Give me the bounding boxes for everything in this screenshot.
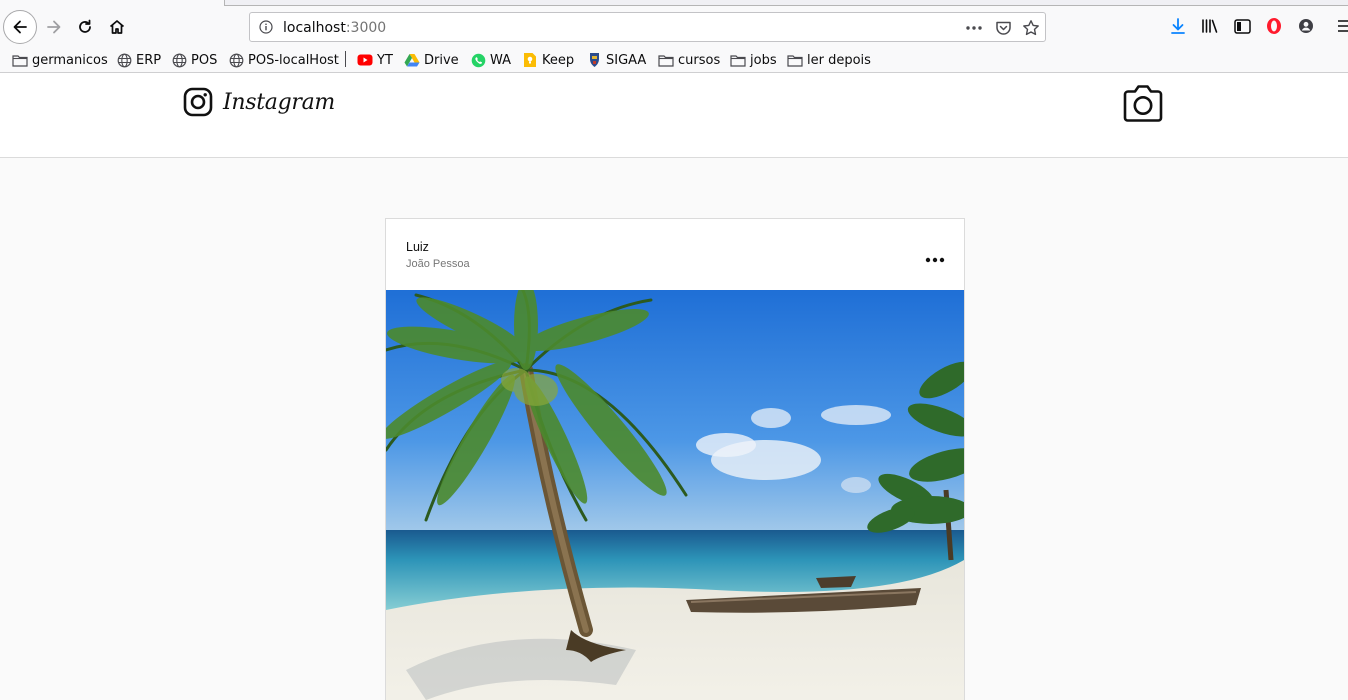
star-icon	[1023, 20, 1039, 36]
bookmark-germanicos[interactable]: germanicos	[12, 50, 108, 70]
bookmark-cursos[interactable]: cursos	[658, 50, 720, 70]
url-bar[interactable]: localhost:3000	[249, 12, 1046, 42]
browser-toolbar: localhost:3000	[0, 0, 1348, 46]
downloads-button[interactable]	[1167, 15, 1189, 37]
globe-icon	[116, 52, 132, 68]
reload-button[interactable]	[69, 11, 101, 43]
globe-icon	[228, 52, 244, 68]
bookmark-ler-depois[interactable]: ler depois	[787, 50, 871, 70]
camera-icon	[1123, 85, 1163, 122]
post-image[interactable]	[386, 290, 964, 700]
arrow-left-icon	[13, 20, 27, 34]
sidebar-icon	[1233, 18, 1251, 34]
folder-icon	[12, 52, 28, 68]
account-button[interactable]	[1295, 15, 1317, 37]
reload-icon	[79, 19, 91, 33]
bookmark-pos[interactable]: POS	[171, 50, 217, 70]
folder-icon	[787, 52, 803, 68]
arrow-right-icon	[47, 20, 61, 34]
globe-icon	[171, 52, 187, 68]
bookmark-pos-localhost[interactable]: POS-localHost	[228, 50, 339, 70]
bookmark-star-button[interactable]	[1021, 18, 1041, 38]
sidebar-button[interactable]	[1231, 15, 1253, 37]
bookmark-label: ERP	[136, 52, 162, 68]
bookmark-wa[interactable]: WA	[470, 50, 511, 70]
forward-button[interactable]	[38, 11, 70, 43]
bookmark-jobs[interactable]: jobs	[730, 50, 777, 70]
whatsapp-icon	[470, 52, 486, 68]
instagram-icon	[183, 87, 213, 117]
youtube-icon	[357, 52, 373, 68]
page-actions-button[interactable]	[964, 18, 984, 38]
pocket-button[interactable]	[993, 18, 1013, 38]
url-port: :3000	[345, 20, 387, 36]
logo[interactable]: Instagram	[183, 87, 335, 117]
account-icon	[1299, 19, 1313, 33]
url-host: localhost	[283, 20, 346, 36]
bookmark-label: germanicos	[32, 52, 108, 68]
ellipsis-icon	[966, 26, 982, 30]
opera-icon	[1267, 18, 1281, 34]
bookmark-label: Keep	[542, 52, 575, 68]
bookmark-erp[interactable]: ERP	[116, 50, 161, 70]
pocket-icon	[995, 21, 1011, 35]
download-icon	[1171, 18, 1185, 34]
bookmark-label: SIGAA	[606, 52, 647, 68]
post-author[interactable]: Luiz	[406, 240, 429, 254]
menu-button[interactable]	[1333, 15, 1348, 37]
folder-icon	[730, 52, 746, 68]
info-icon[interactable]	[259, 20, 273, 34]
bookmark-separator	[345, 51, 346, 67]
bookmark-label: POS-localHost	[248, 52, 339, 68]
drive-icon	[404, 52, 420, 68]
more-icon	[925, 257, 945, 263]
sigaa-icon	[586, 52, 602, 68]
keep-icon	[522, 52, 538, 68]
bookmark-label: Drive	[424, 52, 459, 68]
folder-icon	[658, 52, 674, 68]
back-button[interactable]	[3, 10, 37, 44]
bookmark-label: WA	[490, 52, 512, 68]
url-text[interactable]: localhost:3000	[283, 20, 386, 36]
post-card: Luiz João Pessoa	[385, 218, 965, 700]
bookmark-label: cursos	[678, 52, 721, 68]
opera-extension-button[interactable]	[1263, 15, 1285, 37]
app-header: Instagram	[0, 73, 1348, 158]
bookmark-label: POS	[191, 52, 218, 68]
logo-text: Instagram	[223, 89, 335, 115]
bookmark-keep[interactable]: Keep	[522, 50, 574, 70]
tab-strip	[224, 0, 1348, 6]
more-options-button[interactable]	[924, 250, 946, 263]
camera-button[interactable]	[1121, 83, 1165, 127]
bookmark-label: YT	[377, 52, 393, 68]
post-location: João Pessoa	[406, 258, 470, 270]
beach-photo	[386, 290, 964, 700]
home-icon	[109, 20, 125, 34]
bookmark-sigaa[interactable]: SIGAA	[586, 50, 646, 70]
home-button[interactable]	[101, 11, 133, 43]
bookmark-label: ler depois	[807, 52, 871, 68]
bookmark-drive[interactable]: Drive	[404, 50, 459, 70]
bookmark-label: jobs	[750, 52, 777, 68]
hamburger-icon	[1338, 20, 1348, 32]
library-button[interactable]	[1199, 15, 1221, 37]
library-icon	[1202, 19, 1218, 33]
bookmark-yt[interactable]: YT	[357, 50, 393, 70]
